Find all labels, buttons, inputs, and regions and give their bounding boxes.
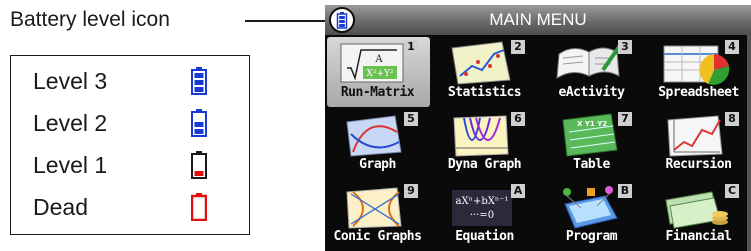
menu-key-badge: 8	[725, 112, 739, 126]
menu-key-badge: 9	[404, 184, 418, 198]
svg-text:X²+Y²: X²+Y²	[366, 69, 393, 79]
battery-status-icon	[329, 7, 355, 33]
battery-legend: Level 3 Level 2 Level 1 Dead	[10, 55, 250, 235]
calculator-screen: MAIN MENU X²+Y² A 1 Run-Matrix 2 Statist…	[325, 5, 751, 251]
legend-label: Level 1	[33, 152, 108, 178]
legend-row-level-2: Level 2	[33, 108, 233, 140]
legend-label: Dead	[33, 194, 88, 220]
menu-item-program[interactable]: B Program	[539, 179, 644, 251]
menu-key-badge: 6	[511, 112, 525, 126]
menu-item-label: Dyna Graph	[447, 157, 522, 172]
legend-label: Level 3	[33, 68, 108, 94]
menu-key-badge: C	[725, 184, 739, 198]
menu-item-label: Equation	[455, 229, 514, 244]
menu-scrollbar[interactable]	[747, 35, 751, 251]
menu-item-conic-graphs[interactable]: 9 Conic Graphs	[325, 179, 430, 251]
menu-key-badge: B	[618, 184, 632, 198]
menu-item-label: eActivity	[558, 85, 625, 100]
legend-row-level-1: Level 1	[33, 150, 233, 182]
menu-item-label: Table	[573, 157, 610, 172]
legend-label: Level 2	[33, 110, 108, 136]
menu-item-label: Statistics	[447, 85, 522, 100]
menu-item-label: Program	[565, 229, 618, 244]
menu-key-badge: 7	[618, 112, 632, 126]
menu-item-label: Conic Graphs	[333, 229, 422, 244]
menu-item-dyna-graph[interactable]: 6 Dyna Graph	[432, 107, 537, 179]
legend-row-level-3: Level 3	[33, 66, 233, 98]
svg-text:···=0: ···=0	[470, 210, 494, 221]
menu-key-badge: 4	[725, 40, 739, 54]
svg-text:A: A	[374, 54, 383, 65]
menu-key-badge: 2	[511, 40, 525, 54]
menu-key-badge: 5	[404, 112, 418, 126]
menu-item-spreadsheet[interactable]: 4 Spreadsheet	[646, 35, 751, 107]
menu-item-label: Financial	[665, 229, 732, 244]
callout-pointer-line	[245, 20, 327, 22]
legend-row-dead: Dead	[33, 192, 233, 224]
battery-level-3-icon	[191, 67, 207, 95]
menu-item-graph[interactable]: 5 Graph	[325, 107, 430, 179]
title-bar: MAIN MENU	[325, 5, 751, 35]
menu-item-label: Graph	[359, 157, 396, 172]
menu-item-statistics[interactable]: 2 Statistics	[432, 35, 537, 107]
callout-label: Battery level icon	[10, 8, 170, 31]
menu-key-badge: 3	[618, 40, 632, 54]
battery-level-2-icon	[191, 109, 207, 137]
menu-item-recursion[interactable]: 8 Recursion	[646, 107, 751, 179]
menu-item-label: Recursion	[665, 157, 732, 172]
menu-item-run-matrix[interactable]: X²+Y² A 1 Run-Matrix	[325, 35, 430, 107]
menu-title: MAIN MENU	[489, 10, 587, 29]
menu-key-badge: A	[511, 184, 525, 198]
svg-text:X Y1 Y2: X Y1 Y2	[577, 120, 607, 128]
menu-item-table[interactable]: X Y1 Y2 7 Table	[539, 107, 644, 179]
menu-item-equation[interactable]: aXⁿ+bXⁿ⁻¹ ···=0 A Equation	[432, 179, 537, 251]
menu-item-label: Spreadsheet	[658, 85, 739, 100]
menu-item-financial[interactable]: C Financial	[646, 179, 751, 251]
menu-key-badge: 1	[404, 40, 418, 54]
menu-item-eactivity[interactable]: 3 eActivity	[539, 35, 644, 107]
battery-level-1-icon	[191, 151, 207, 179]
svg-text:aXⁿ+bXⁿ⁻¹: aXⁿ+bXⁿ⁻¹	[456, 196, 509, 207]
menu-item-label: Run-Matrix	[340, 85, 415, 100]
battery-dead-icon	[191, 193, 207, 221]
